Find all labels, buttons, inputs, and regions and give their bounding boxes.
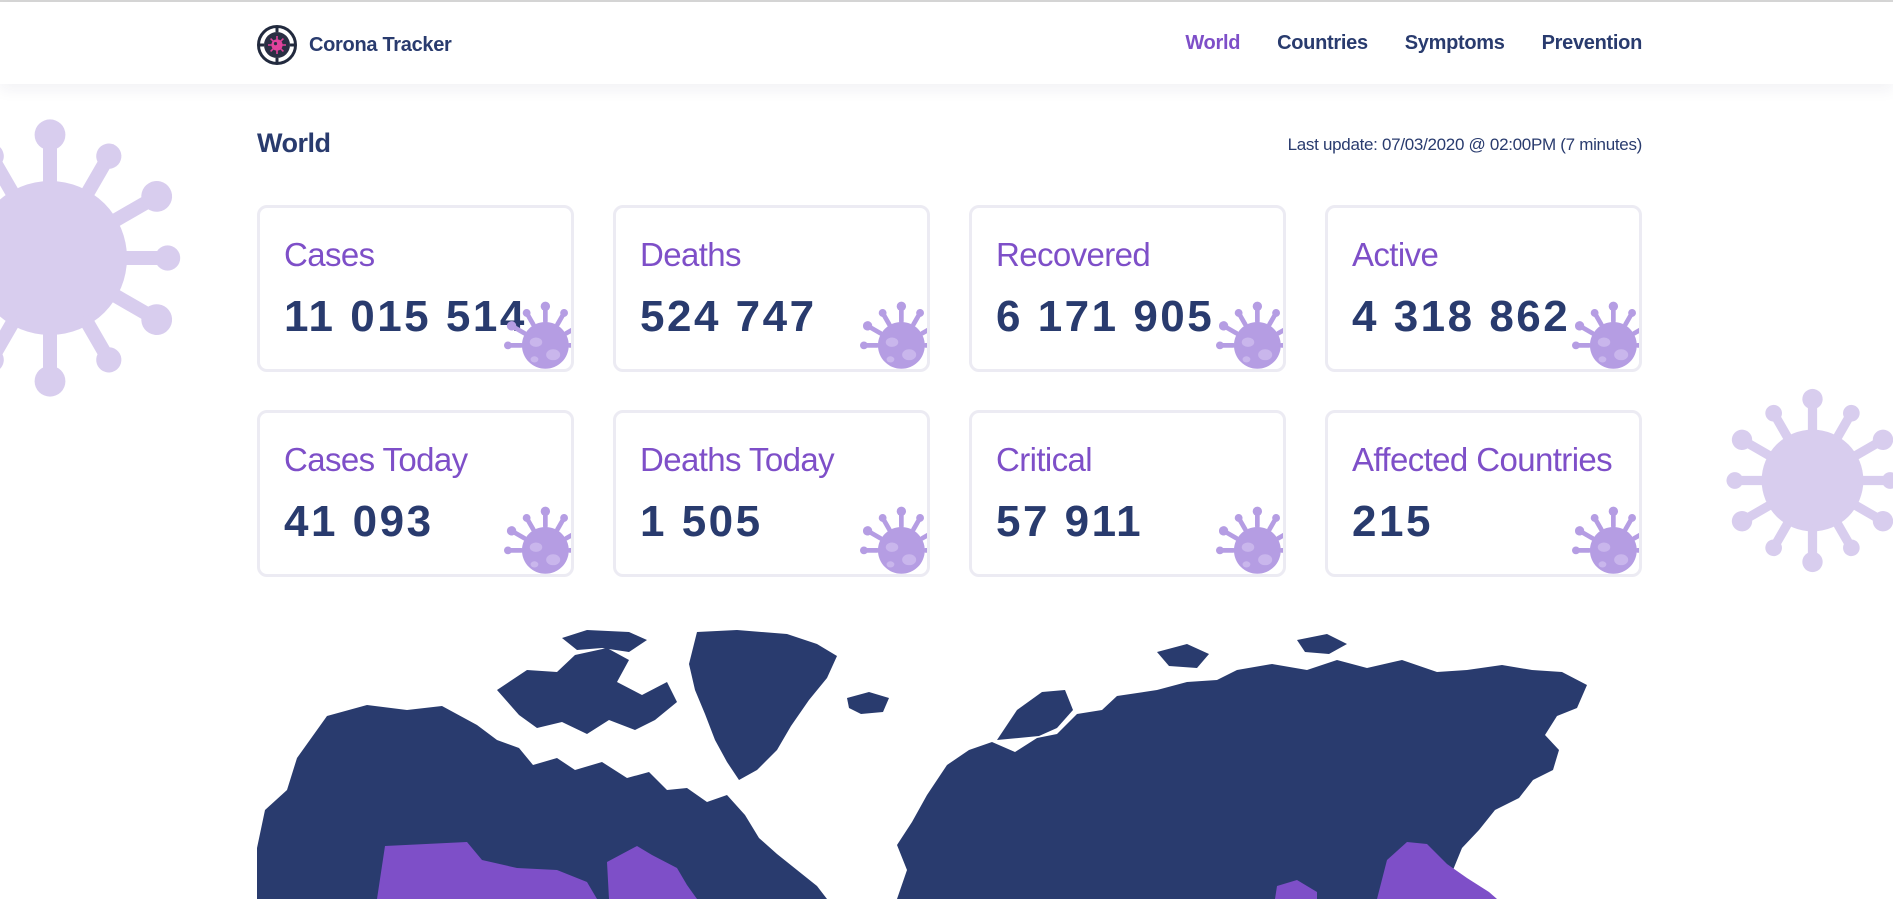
stat-label: Active <box>1352 236 1439 273</box>
stat-card-recovered: Recovered 6 171 905 <box>969 205 1286 372</box>
brand[interactable]: Corona Tracker <box>257 24 452 66</box>
virus-target-logo-icon <box>257 25 297 65</box>
stat-label: Critical <box>996 441 1093 478</box>
map-region-eurasia <box>897 660 1587 899</box>
last-update-text: Last update: 07/03/2020 @ 02:00PM (7 min… <box>1287 135 1643 154</box>
stat-label: Cases Today <box>284 441 468 478</box>
virus-icon <box>860 506 927 574</box>
stats-grid: Cases 11 015 514 Deaths 524 747 Recovere… <box>257 205 1643 577</box>
world-map[interactable] <box>257 630 1617 899</box>
stat-card-deaths-today: Deaths Today 1 505 <box>613 410 930 577</box>
stat-value: 524 747 <box>640 292 817 341</box>
stat-value: 11 015 514 <box>284 292 527 341</box>
stat-value: 57 911 <box>996 497 1144 546</box>
stat-value: 6 171 905 <box>996 292 1215 341</box>
stat-label: Recovered <box>996 236 1151 273</box>
virus-icon <box>504 506 571 574</box>
virus-icon <box>1572 301 1639 369</box>
main-nav: World Countries Symptoms Prevention <box>1148 32 1642 55</box>
app-name: Corona Tracker <box>309 33 452 56</box>
page: Corona Tracker World Countries Symptoms … <box>0 0 1893 899</box>
virus-icon <box>860 301 927 369</box>
stat-value: 215 <box>1352 497 1433 546</box>
virus-icon <box>504 301 571 369</box>
stat-card-critical: Critical 57 911 <box>969 410 1286 577</box>
nav-prevention[interactable]: Prevention <box>1542 32 1643 55</box>
stat-card-affected-countries: Affected Countries 215 <box>1325 410 1642 577</box>
stat-label: Affected Countries <box>1352 441 1613 478</box>
page-title: World <box>257 128 331 158</box>
background-virus-icon-left <box>0 119 181 397</box>
stat-card-cases-today: Cases Today 41 093 <box>257 410 574 577</box>
nav-world[interactable]: World <box>1185 32 1240 55</box>
nav-symptoms[interactable]: Symptoms <box>1405 32 1505 55</box>
stat-value: 1 505 <box>640 497 763 546</box>
map-region-arctic-islands <box>1297 634 1347 654</box>
stat-label: Deaths <box>640 236 742 273</box>
stat-label: Cases <box>284 236 375 273</box>
map-region-iceland <box>847 692 889 714</box>
map-region-arctic-islands <box>1157 644 1209 668</box>
background-virus-icon-right <box>1726 388 1893 573</box>
stat-value: 4 318 862 <box>1352 292 1571 341</box>
stat-value: 41 093 <box>284 497 434 546</box>
stat-card-deaths: Deaths 524 747 <box>613 205 930 372</box>
virus-icon <box>1572 506 1639 574</box>
map-region-arctic-islands <box>497 648 677 734</box>
virus-icon <box>1216 506 1283 574</box>
site-header: Corona Tracker World Countries Symptoms … <box>0 2 1893 84</box>
stat-card-active: Active 4 318 862 <box>1325 205 1642 372</box>
virus-icon <box>1216 301 1283 369</box>
stat-label: Deaths Today <box>640 441 835 478</box>
stat-card-cases: Cases 11 015 514 <box>257 205 574 372</box>
nav-countries[interactable]: Countries <box>1277 32 1368 55</box>
map-region-greenland <box>689 630 837 780</box>
